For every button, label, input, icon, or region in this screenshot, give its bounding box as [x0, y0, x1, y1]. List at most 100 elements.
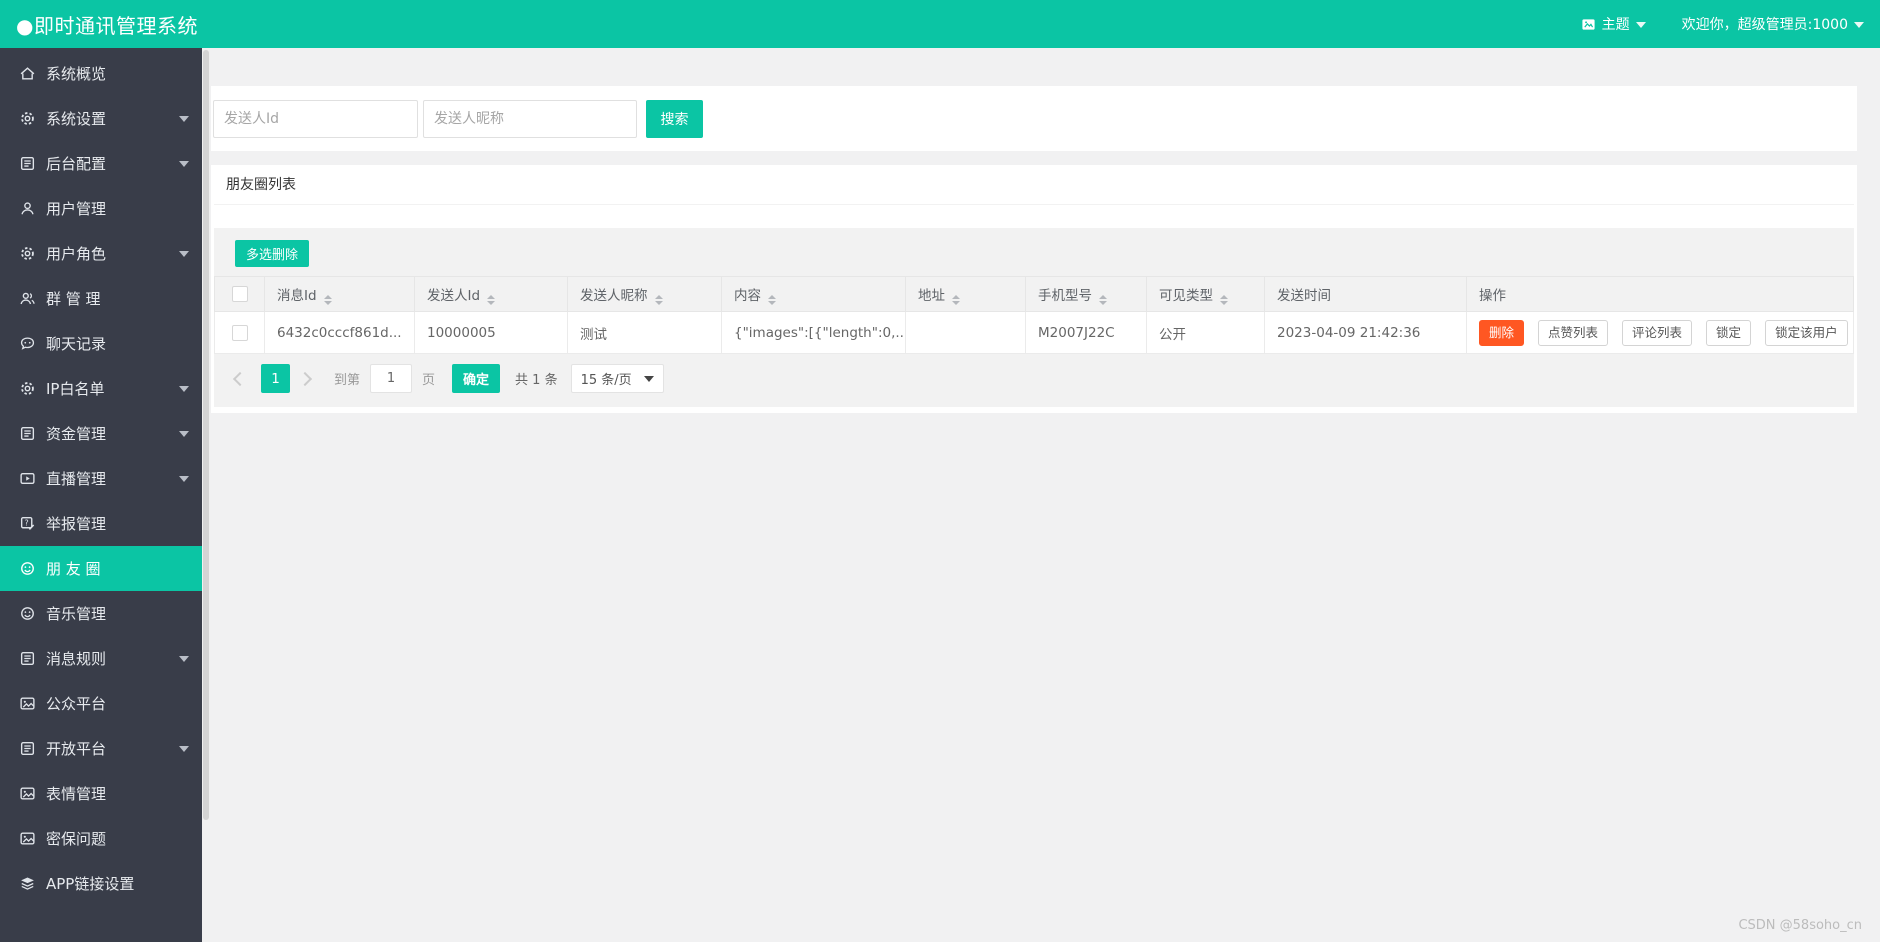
- chat-icon: [19, 335, 36, 352]
- sort-icon[interactable]: [952, 295, 960, 305]
- confirm-page-button[interactable]: 确定: [452, 364, 500, 393]
- moments-table: 消息Id发送人Id发送人昵称内容 地址 手机型号 可见类型发送时间 操作 6432c0c…: [214, 276, 1854, 354]
- moments-list-card: 朋友圈列表 多选删除 消息Id发送人Id发送人昵称内容 地址 手机型号 可见类型发送时…: [211, 165, 1857, 413]
- sort-icon[interactable]: [487, 295, 495, 305]
- cell-actions: 删除点赞列表评论列表锁定锁定该用户: [1467, 312, 1854, 354]
- sidebar-item-label: 用户管理: [46, 198, 106, 219]
- sidebar-item[interactable]: 朋 友 圈: [0, 546, 202, 591]
- delete-button[interactable]: 删除: [1479, 320, 1524, 346]
- column-header-msg_id[interactable]: 消息Id: [265, 277, 415, 312]
- lock-user-button[interactable]: 锁定该用户: [1765, 320, 1848, 346]
- scrollbar-thumb[interactable]: [203, 50, 209, 820]
- user-menu[interactable]: 欢迎你，超级管理员:1000: [1682, 14, 1864, 34]
- select-all-checkbox[interactable]: [232, 286, 248, 302]
- sidebar-item[interactable]: 用户管理: [0, 186, 202, 231]
- column-header-nickname[interactable]: 发送人昵称: [568, 277, 722, 312]
- sidebar-item[interactable]: 公众平台: [0, 681, 202, 726]
- sidebar: 系统概览系统设置后台配置用户管理用户角色群 管 理聊天记录IP白名单资金管理直播…: [0, 48, 202, 942]
- sidebar-item-label: 公众平台: [46, 693, 106, 714]
- sidebar-item-label: 资金管理: [46, 423, 106, 444]
- chevron-down-icon: [179, 386, 189, 392]
- total-count-label: 共 1 条: [515, 369, 558, 388]
- sidebar-item[interactable]: 系统设置: [0, 96, 202, 141]
- gear-icon: [19, 380, 36, 397]
- sidebar-item-label: 举报管理: [46, 513, 106, 534]
- cell-select: [215, 312, 265, 354]
- sidebar-item[interactable]: 消息规则: [0, 636, 202, 681]
- sidebar-item-label: 开放平台: [46, 738, 106, 759]
- main-content: 搜索 朋友圈列表 多选删除 消息Id发送人Id发送人昵称内容 地址 手机型号 可见类型…: [210, 48, 1880, 942]
- theme-icon: [1581, 17, 1596, 32]
- sidebar-item-label: APP链接设置: [46, 873, 134, 894]
- sidebar-item-label: 直播管理: [46, 468, 106, 489]
- chevron-down-icon: [179, 161, 189, 167]
- sidebar-item[interactable]: 密保问题: [0, 816, 202, 861]
- sidebar-item[interactable]: 用户角色: [0, 231, 202, 276]
- column-label: 操作: [1479, 288, 1506, 304]
- column-header-content[interactable]: 内容: [722, 277, 906, 312]
- sender-nickname-input[interactable]: [423, 100, 637, 138]
- sidebar-item[interactable]: 群 管 理: [0, 276, 202, 321]
- page-size-select[interactable]: 15 条/页: [571, 364, 664, 393]
- user-icon: [19, 200, 36, 217]
- column-header-address[interactable]: 地址: [906, 277, 1026, 312]
- sort-icon[interactable]: [1220, 295, 1228, 305]
- row-checkbox[interactable]: [232, 325, 248, 341]
- sort-icon[interactable]: [768, 295, 776, 305]
- sidebar-item[interactable]: APP链接设置: [0, 861, 202, 906]
- search-button[interactable]: 搜索: [646, 100, 703, 138]
- prev-page-button[interactable]: [233, 371, 247, 385]
- cell-send_time: 2023-04-09 21:42:36: [1265, 312, 1467, 354]
- column-label: 内容: [734, 288, 761, 304]
- sidebar-nav: 系统概览系统设置后台配置用户管理用户角色群 管 理聊天记录IP白名单资金管理直播…: [0, 51, 202, 906]
- home-icon: [19, 65, 36, 82]
- sidebar-item[interactable]: 资金管理: [0, 411, 202, 456]
- comments-list-button[interactable]: 评论列表: [1622, 320, 1692, 346]
- sidebar-item[interactable]: 系统概览: [0, 51, 202, 96]
- lock-button[interactable]: 锁定: [1706, 320, 1751, 346]
- sort-icon[interactable]: [655, 295, 663, 305]
- image-icon: [19, 695, 36, 712]
- select-caret-icon: [644, 376, 654, 382]
- goto-page-input[interactable]: [370, 364, 412, 393]
- column-label: 发送时间: [1277, 288, 1331, 304]
- sidebar-item[interactable]: IP白名单: [0, 366, 202, 411]
- column-header-phone_model[interactable]: 手机型号: [1026, 277, 1147, 312]
- report-icon: ?: [19, 515, 36, 532]
- chevron-down-icon: [1636, 22, 1646, 28]
- sidebar-item-label: 消息规则: [46, 648, 106, 669]
- sidebar-item[interactable]: ? 举报管理: [0, 501, 202, 546]
- smiley-icon: [19, 560, 36, 577]
- list-title: 朋友圈列表: [214, 165, 1854, 205]
- chevron-down-icon: [179, 476, 189, 482]
- sort-icon[interactable]: [324, 295, 332, 305]
- sender-id-input[interactable]: [213, 100, 418, 138]
- sidebar-scrollbar[interactable]: [202, 48, 210, 942]
- column-label: 手机型号: [1038, 288, 1092, 304]
- sidebar-item[interactable]: 开放平台: [0, 726, 202, 771]
- likes-list-button[interactable]: 点赞列表: [1538, 320, 1608, 346]
- column-header-send_time: 发送时间: [1265, 277, 1467, 312]
- column-header-sender_id[interactable]: 发送人Id: [415, 277, 568, 312]
- bulk-delete-button[interactable]: 多选删除: [235, 240, 309, 267]
- column-header-visibility[interactable]: 可见类型: [1147, 277, 1265, 312]
- sidebar-item[interactable]: 后台配置: [0, 141, 202, 186]
- sidebar-item-label: 音乐管理: [46, 603, 106, 624]
- cell-phone_model: M2007J22C: [1026, 312, 1147, 354]
- sidebar-item[interactable]: 聊天记录: [0, 321, 202, 366]
- sidebar-item[interactable]: 直播管理: [0, 456, 202, 501]
- users-icon: [19, 290, 36, 307]
- table-row: 6432c0cccf861d...10000005测试{"images":[{"…: [215, 312, 1854, 354]
- chevron-down-icon: [1854, 22, 1864, 28]
- cell-sender_id: 10000005: [415, 312, 568, 354]
- page-1-button[interactable]: 1: [261, 364, 290, 393]
- sidebar-item[interactable]: 表情管理: [0, 771, 202, 816]
- theme-menu[interactable]: 主题: [1581, 14, 1646, 34]
- pagination: 1 到第 页 确定 共 1 条 15 条/页: [235, 364, 1854, 393]
- next-page-button[interactable]: [298, 371, 312, 385]
- sort-icon[interactable]: [1099, 295, 1107, 305]
- cell-content: {"images":[{"length":0,...: [722, 312, 906, 354]
- sidebar-item[interactable]: 音乐管理: [0, 591, 202, 636]
- column-label: 地址: [918, 288, 945, 304]
- welcome-text: 欢迎你，超级管理员:1000: [1682, 14, 1848, 34]
